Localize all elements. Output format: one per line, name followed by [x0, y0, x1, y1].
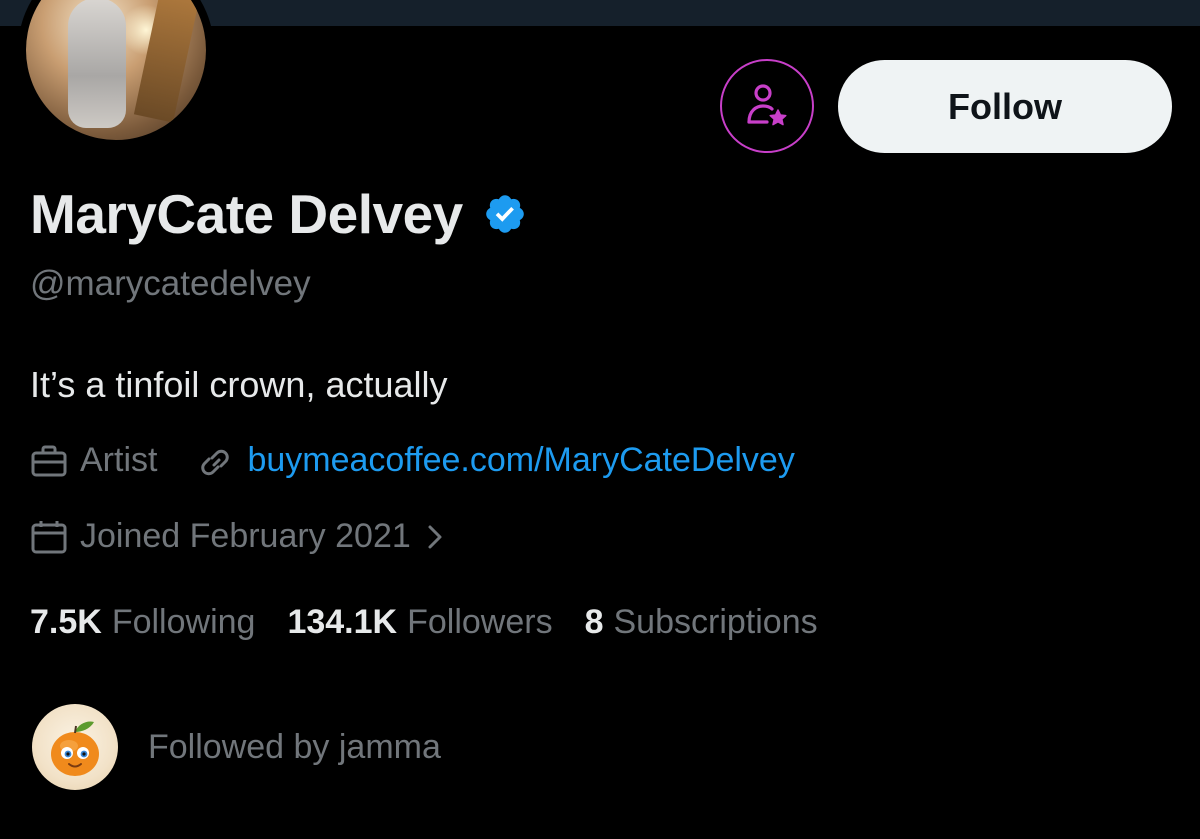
subscriptions-count: 8 — [584, 603, 604, 641]
profile-handle: @marycatedelvey — [30, 264, 311, 303]
category-label: Artist — [80, 441, 158, 479]
following-label: Following — [111, 603, 256, 641]
name-row: MaryCate Delvey — [30, 182, 527, 246]
avatar-photo — [26, 0, 206, 140]
following-count: 7.5K — [30, 603, 102, 641]
profile-website[interactable]: buymeacoffee.com/MaryCateDelvey — [197, 441, 795, 480]
avatar-figure — [68, 0, 126, 128]
followers-label: Followers — [407, 603, 553, 641]
joined-label: Joined February 2021 — [80, 517, 411, 555]
profile-stats: 7.5K Following 134.1K Followers 8 Subscr… — [30, 603, 818, 642]
display-name: MaryCate Delvey — [30, 183, 463, 245]
followed-by-row[interactable]: Followed by jamma — [32, 704, 441, 790]
orange-character-icon — [51, 721, 99, 776]
profile-page: Follow MaryCate Delvey @marycatedelvey I… — [0, 0, 1200, 839]
profile-avatar[interactable] — [18, 0, 214, 148]
follower-avatar[interactable] — [32, 704, 118, 790]
calendar-icon — [31, 520, 67, 553]
website-link[interactable]: buymeacoffee.com/MaryCateDelvey — [247, 441, 794, 480]
profile-bio: It’s a tinfoil crown, actually — [30, 364, 448, 405]
subscriptions-stat[interactable]: 8 Subscriptions — [585, 603, 818, 642]
briefcase-icon — [31, 445, 67, 476]
profile-meta-row: Artist buymeacoffee.com/MaryCateDelvey — [30, 441, 795, 480]
following-stat[interactable]: 7.5K Following — [30, 603, 255, 642]
joined-date[interactable]: Joined February 2021 — [30, 517, 455, 556]
follow-button[interactable]: Follow — [838, 60, 1172, 153]
person-star-icon — [747, 84, 787, 126]
link-icon — [201, 449, 230, 475]
subscribe-button[interactable] — [720, 59, 814, 153]
profile-category: Artist — [30, 441, 157, 480]
followed-by-text: Followed by jamma — [148, 727, 441, 766]
joined-row[interactable]: Joined February 2021 — [30, 517, 455, 556]
followers-stat[interactable]: 134.1K Followers — [287, 603, 552, 642]
chevron-right-icon — [428, 525, 442, 548]
verified-badge-icon[interactable] — [483, 192, 527, 236]
followers-count: 134.1K — [287, 603, 398, 641]
subscriptions-label: Subscriptions — [613, 603, 818, 641]
